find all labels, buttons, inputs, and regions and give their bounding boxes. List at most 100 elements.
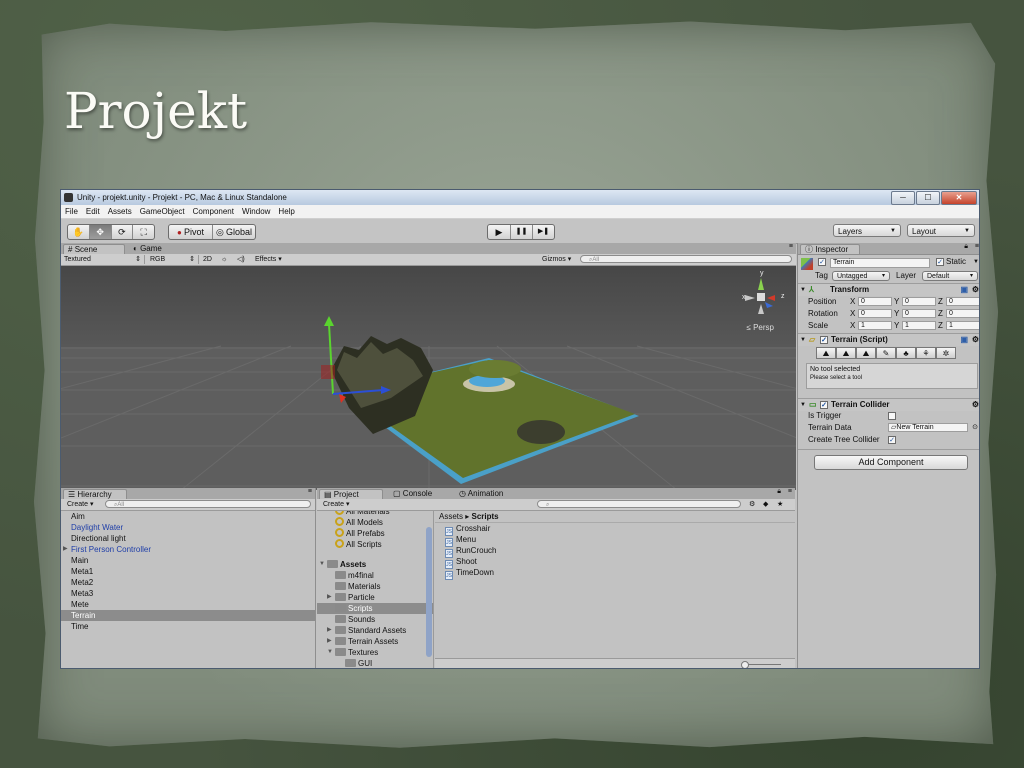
lock-icon[interactable]: 🔒︎ xyxy=(777,488,781,496)
filter-type-icon[interactable]: ⚙ xyxy=(749,500,759,509)
transform-header[interactable]: ▼ ⅄ Transform ▣ ⚙ xyxy=(798,283,979,296)
menu-file[interactable]: File xyxy=(65,207,78,216)
asset-folder[interactable]: m4final xyxy=(317,570,433,581)
hand-tool-icon[interactable]: ✋ xyxy=(68,225,90,239)
gear-icon[interactable]: ⚙ xyxy=(972,284,979,296)
project-create-dropdown[interactable]: Create ▾ xyxy=(323,500,357,509)
favorite-item[interactable]: All Scripts xyxy=(317,539,433,550)
script-file[interactable]: JS RunCrouch xyxy=(435,545,795,558)
layers-dropdown[interactable]: Layers ▼ xyxy=(833,224,901,237)
hierarchy-item[interactable]: ▶ First Person Controller xyxy=(61,544,315,555)
step-button[interactable]: ▶❚ xyxy=(533,225,554,239)
script-file[interactable]: JS Shoot xyxy=(435,556,795,569)
help-book-icon[interactable]: ▣ xyxy=(960,284,968,296)
expand-arrow-icon[interactable]: ▶ xyxy=(327,636,332,647)
maximize-button[interactable]: ☐ xyxy=(916,191,940,205)
expand-arrow-icon[interactable]: ▶ xyxy=(327,625,332,636)
scene-viewport[interactable]: y z x ≤ Persp xyxy=(61,266,796,490)
terrain-data-field[interactable]: ▱New Terrain xyxy=(888,423,968,432)
breadcrumb-root[interactable]: Assets xyxy=(439,512,463,521)
transform-z-field[interactable]: 1 xyxy=(946,321,979,330)
tab-inspector[interactable]: ⓘ Inspector xyxy=(800,244,860,254)
breadcrumb-current[interactable]: Scripts xyxy=(472,512,499,521)
rotate-tool-icon[interactable]: ⟳ xyxy=(112,225,134,239)
paint-height-tool-icon[interactable]: ⛰ xyxy=(836,347,856,359)
transform-z-field[interactable]: 0 xyxy=(946,297,979,306)
render-mode-dropdown[interactable]: Textured ⇕ xyxy=(64,255,145,264)
panel-menu-icon[interactable]: ≡ xyxy=(975,243,979,250)
tab-game[interactable]: ◐ Game xyxy=(129,244,179,254)
lock-icon[interactable]: 🔒︎ xyxy=(964,243,968,251)
project-search-input[interactable]: ⌕ xyxy=(537,500,741,508)
hierarchy-search-input[interactable]: ⌕All xyxy=(105,500,311,508)
asset-folder[interactable]: Sounds xyxy=(317,614,433,625)
asset-folder[interactable]: ▶ Terrain Assets xyxy=(317,636,433,647)
collider-enabled-checkbox[interactable]: ✓ xyxy=(820,401,828,409)
terrain-script-header[interactable]: ▼ ▱ ✓ Terrain (Script) ▣ ⚙ xyxy=(798,333,979,346)
assets-root-folder[interactable]: ▼ Assets xyxy=(317,559,433,570)
asset-folder[interactable]: ▼ Textures xyxy=(317,647,433,658)
effects-dropdown[interactable]: Effects ▾ xyxy=(255,255,289,264)
script-file[interactable]: JS Crosshair xyxy=(435,523,795,536)
paint-texture-tool-icon[interactable]: ✎ xyxy=(876,347,896,359)
layer-dropdown[interactable]: Default ▾ xyxy=(922,271,978,281)
panel-menu-icon[interactable]: ≡ xyxy=(308,488,312,495)
object-name-field[interactable]: Terrain xyxy=(830,258,930,268)
menu-gameobject[interactable]: GameObject xyxy=(140,207,185,216)
transform-y-field[interactable]: 0 xyxy=(902,309,936,318)
scale-tool-icon[interactable]: ⛶ xyxy=(133,225,154,239)
hierarchy-create-dropdown[interactable]: Create ▾ xyxy=(67,500,101,509)
hierarchy-item[interactable]: Meta1 xyxy=(61,566,315,577)
transform-x-field[interactable]: 0 xyxy=(858,309,892,318)
transform-z-field[interactable]: 0 xyxy=(946,309,979,318)
menu-edit[interactable]: Edit xyxy=(86,207,100,216)
is-trigger-checkbox[interactable] xyxy=(888,412,896,420)
asset-folder[interactable]: Scripts xyxy=(317,603,433,614)
filter-label-icon[interactable]: ◆ xyxy=(763,500,773,509)
hierarchy-item[interactable]: Time xyxy=(61,621,315,632)
asset-folder[interactable]: Materials xyxy=(317,581,433,592)
hierarchy-item[interactable]: Directional light xyxy=(61,533,315,544)
object-picker-icon[interactable]: ⊙ xyxy=(972,422,978,434)
play-button[interactable]: ▶ xyxy=(488,225,511,239)
hierarchy-item[interactable]: Daylight Water xyxy=(61,522,315,533)
transform-y-field[interactable]: 1 xyxy=(902,321,936,330)
favorite-item[interactable]: All Prefabs xyxy=(317,528,433,539)
panel-menu-icon[interactable]: ≡ xyxy=(788,488,792,495)
close-button[interactable]: ✕ xyxy=(941,191,977,205)
scene-search-input[interactable]: ⌕All xyxy=(580,255,792,263)
script-file[interactable]: JS Menu xyxy=(435,534,795,547)
transform-x-field[interactable]: 0 xyxy=(858,297,892,306)
hierarchy-item[interactable]: Main xyxy=(61,555,315,566)
pause-button[interactable]: ❚❚ xyxy=(511,225,533,239)
tab-console[interactable]: ▢ Console xyxy=(389,489,445,499)
transform-y-field[interactable]: 0 xyxy=(902,297,936,306)
pivot-button[interactable]: ● Pivot xyxy=(169,225,213,239)
chevron-down-icon[interactable]: ▼ xyxy=(973,256,979,268)
hierarchy-item[interactable]: Meta2 xyxy=(61,577,315,588)
place-trees-tool-icon[interactable]: ♣ xyxy=(896,347,916,359)
paint-details-tool-icon[interactable]: ⚘ xyxy=(916,347,936,359)
menu-assets[interactable]: Assets xyxy=(108,207,132,216)
color-mode-dropdown[interactable]: RGB ⇕ xyxy=(150,255,199,264)
help-book-icon[interactable]: ▣ xyxy=(960,334,968,346)
transform-x-field[interactable]: 1 xyxy=(858,321,892,330)
hierarchy-item[interactable]: Meta3 xyxy=(61,588,315,599)
icon-size-slider[interactable] xyxy=(745,664,781,665)
hierarchy-item[interactable]: Mete xyxy=(61,599,315,610)
persp-label[interactable]: ≤ Persp xyxy=(746,323,774,332)
gizmos-dropdown[interactable]: Gizmos ▾ xyxy=(542,255,578,264)
slider-thumb[interactable] xyxy=(741,661,749,668)
asset-folder[interactable]: GUI xyxy=(317,658,433,668)
tab-project[interactable]: ▤ Project xyxy=(319,489,383,499)
menu-help[interactable]: Help xyxy=(278,207,294,216)
tab-animation[interactable]: ◷ Animation xyxy=(455,489,519,499)
terrain-settings-tool-icon[interactable]: ✲ xyxy=(936,347,956,359)
tree-scrollbar[interactable] xyxy=(426,527,432,657)
add-component-button[interactable]: Add Component xyxy=(814,455,968,470)
gear-icon[interactable]: ⚙ xyxy=(972,334,979,346)
hierarchy-item[interactable]: Aim xyxy=(61,511,315,522)
audio-toggle-icon[interactable]: ◁) xyxy=(237,255,247,264)
favorite-star-icon[interactable]: ★ xyxy=(777,500,787,509)
smooth-height-tool-icon[interactable]: ⛰ xyxy=(856,347,876,359)
